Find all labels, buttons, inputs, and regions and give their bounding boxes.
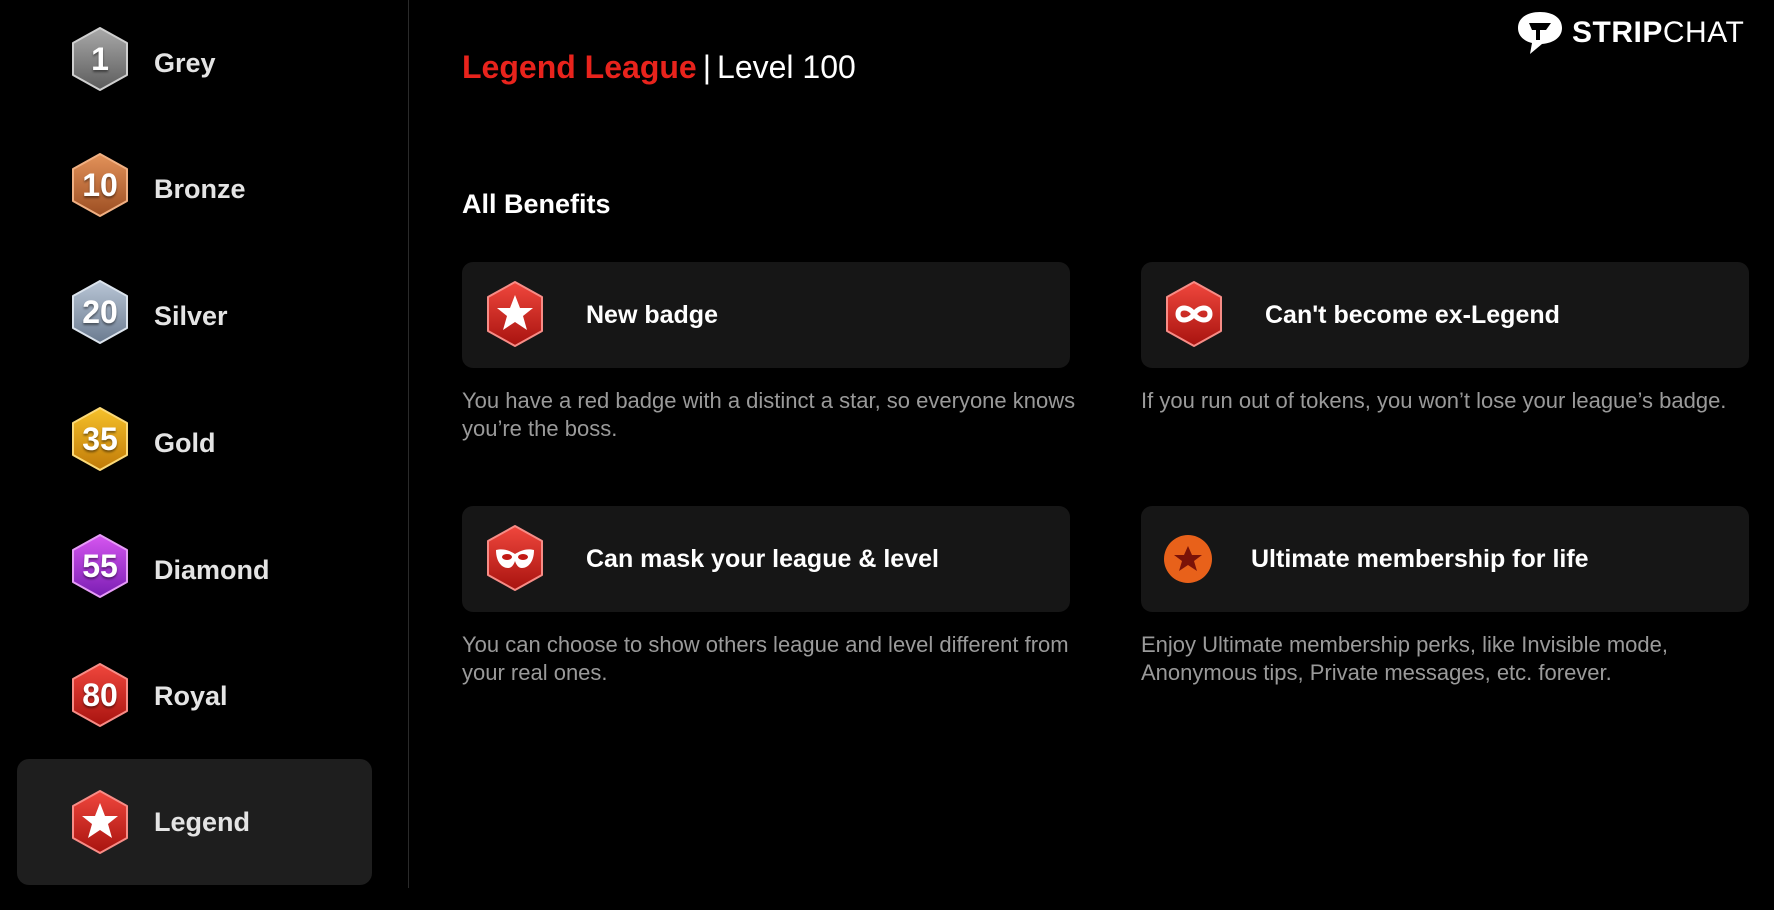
league-item-silver[interactable]: 20 Silver	[17, 253, 372, 379]
benefit-description: You have a red badge with a distinct a s…	[462, 388, 1076, 441]
benefit-title: Can mask your league & level	[586, 544, 939, 573]
benefit-card-mask-league: Can mask your league & level	[462, 506, 1070, 612]
league-item-royal[interactable]: 80 Royal	[17, 633, 372, 759]
league-sidebar: 1 Grey 10 Bronze 20 Silver 35 Gold 55 Di…	[0, 0, 409, 888]
league-label: Grey	[154, 47, 216, 78]
league-level-number: 55	[82, 547, 118, 584]
benefit-description: Enjoy Ultimate membership perks, like In…	[1141, 632, 1668, 685]
brand-logo[interactable]: STRIPCHAT	[1516, 10, 1744, 56]
grey-badge-icon: 1	[67, 26, 133, 92]
league-level-number: 80	[82, 676, 118, 713]
benefit-description: If you run out of tokens, you won’t lose…	[1141, 388, 1727, 413]
legend-badge-icon	[67, 789, 133, 855]
silver-badge-icon: 20	[67, 279, 133, 345]
league-item-diamond[interactable]: 55 Diamond	[17, 507, 372, 633]
stripchat-logo-icon	[1518, 12, 1562, 54]
league-label: Bronze	[154, 173, 246, 204]
benefits-heading: All Benefits	[462, 189, 611, 219]
title-separator: |	[702, 49, 712, 85]
benefit-title: Ultimate membership for life	[1251, 544, 1589, 573]
benefit-card-cant-become-ex-legend: Can't become ex-Legend	[1141, 262, 1749, 368]
star-badge-icon	[487, 281, 543, 347]
league-item-legend[interactable]: Legend	[17, 759, 372, 885]
ultimate-star-icon	[1164, 535, 1212, 583]
league-level-number: 1	[91, 40, 109, 77]
league-label: Diamond	[154, 554, 270, 585]
brand-name-bold: STRIP	[1572, 16, 1663, 49]
league-item-gold[interactable]: 35 Gold	[17, 380, 372, 506]
mask-badge-icon	[487, 525, 543, 591]
level-label: Level 100	[717, 49, 856, 85]
league-label: Legend	[154, 806, 251, 837]
infinity-badge-icon	[1166, 281, 1222, 347]
league-name: Legend League	[462, 49, 697, 85]
benefit-description: You can choose to show others league and…	[462, 632, 1069, 685]
diamond-badge-icon: 55	[67, 533, 133, 599]
league-label: Gold	[154, 427, 216, 458]
brand-name-light: CHAT	[1662, 16, 1745, 49]
benefit-title: Can't become ex-Legend	[1265, 300, 1560, 329]
league-level-number: 10	[82, 166, 118, 203]
league-item-bronze[interactable]: 10 Bronze	[17, 126, 372, 252]
benefit-card-ultimate-membership: Ultimate membership for life	[1141, 506, 1749, 612]
gold-badge-icon: 35	[67, 406, 133, 472]
league-level-number: 35	[82, 420, 118, 457]
league-level-number: 20	[82, 293, 118, 330]
league-label: Silver	[154, 300, 228, 331]
league-label: Royal	[154, 680, 228, 711]
bronze-badge-icon: 10	[67, 152, 133, 218]
benefit-title: New badge	[586, 300, 718, 329]
league-item-grey[interactable]: 1 Grey	[17, 0, 372, 126]
benefit-card-new-badge: New badge	[462, 262, 1070, 368]
royal-badge-icon: 80	[67, 662, 133, 728]
page-title: Legend League | Level 100	[462, 49, 856, 86]
